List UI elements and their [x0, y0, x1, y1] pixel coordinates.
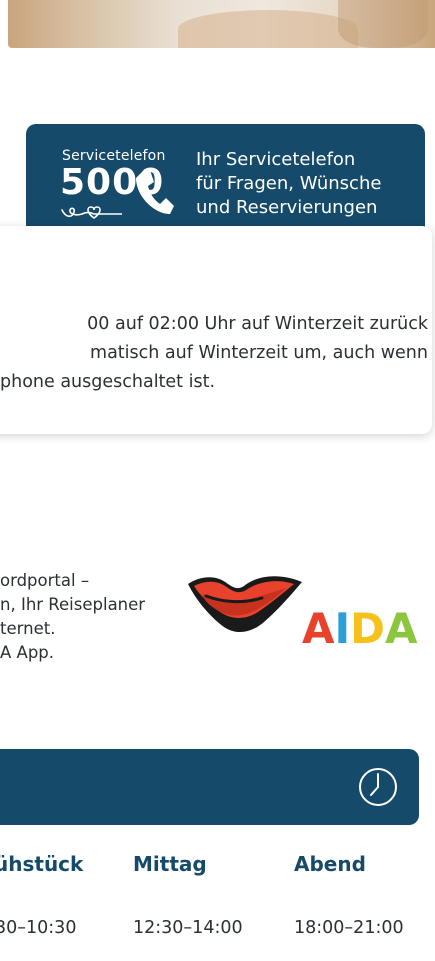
promo-line: ternet. — [0, 619, 56, 638]
meal-col-label-lunch: Mittag — [133, 852, 207, 876]
photo-detail — [178, 10, 358, 48]
promo-line: A App. — [0, 643, 55, 662]
meal-col-label-breakfast: ühstück — [0, 852, 84, 876]
service-desc-line: und Reservierungen — [196, 197, 378, 218]
service-description: Ihr Servicetelefon für Fragen, Wünsche u… — [196, 148, 381, 220]
info-line: 00 auf 02:00 Uhr auf Winterzeit zurück — [87, 314, 428, 334]
service-desc-line: für Fragen, Wünsche — [196, 173, 382, 194]
meal-time-breakfast: 30–10:30 — [0, 918, 77, 938]
clock-icon — [359, 768, 397, 806]
meal-col-label-dinner: Abend — [294, 852, 366, 876]
phone-icon — [136, 170, 174, 214]
promo-line: n, Ihr Reiseplaner — [0, 595, 146, 614]
aida-promo-text: ordportal – n, Ihr Reiseplaner ternet. A… — [0, 569, 145, 665]
heart-loop-icon — [61, 206, 122, 219]
photo-detail — [338, 0, 428, 48]
promo-line: ordportal – — [0, 571, 90, 590]
aida-logo-text[interactable]: AIDA — [302, 604, 418, 653]
aida-lips-logo-icon[interactable] — [186, 570, 304, 646]
aida-logo-letter: A — [302, 604, 335, 653]
meal-time-lunch: 12:30–14:00 — [133, 918, 243, 938]
service-desc-line: Ihr Servicetelefon — [196, 149, 356, 170]
info-line: matisch auf Winterzeit um, auch wenn — [90, 343, 428, 363]
info-line: phone ausgeschaltet ist. — [0, 372, 216, 392]
hero-photo — [8, 0, 435, 48]
aida-logo-letter: D — [350, 604, 386, 653]
meal-time-dinner: 18:00–21:00 — [294, 918, 404, 938]
aida-logo-letter: A — [385, 604, 418, 653]
timezone-info-text: 00 auf 02:00 Uhr auf Winterzeit zurück m… — [0, 310, 428, 397]
aida-logo-letter: I — [334, 604, 351, 653]
